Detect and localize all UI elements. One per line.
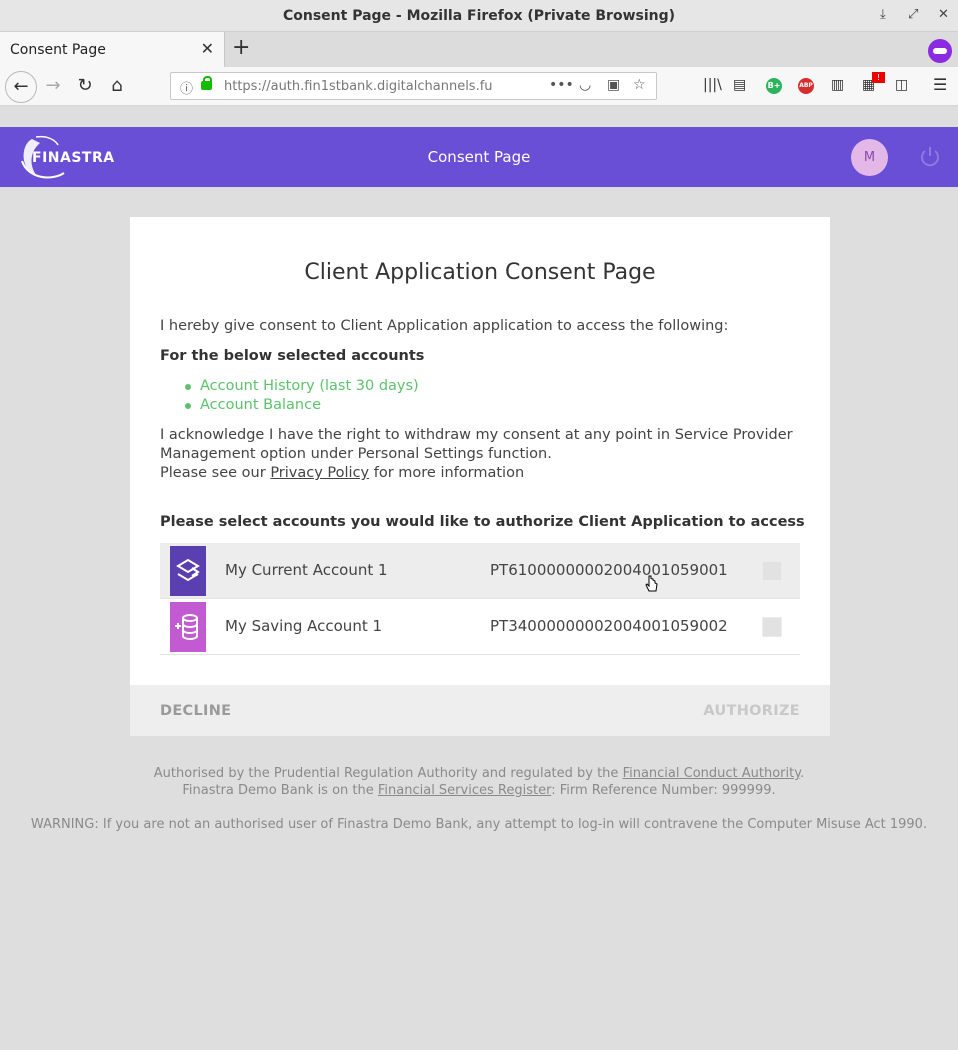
tab-close-icon[interactable]: ✕ [201,39,214,58]
power-icon[interactable] [918,145,942,169]
sidebar-icon[interactable]: ◫ [895,77,908,93]
close-window-icon[interactable]: ✕ [938,7,949,22]
authorize-button[interactable]: AUTHORIZE [703,703,800,719]
legal-warning: WARNING: If you are not an authorised us… [30,817,928,832]
privacy-line: Please see our Privacy Policy for more i… [160,464,800,483]
acknowledgement-text: I acknowledge I have the right to withdr… [160,426,800,483]
back-button[interactable]: ← [5,71,37,103]
account-row-saving[interactable]: My Saving Account 1 PT340000000020040010… [160,599,800,655]
decline-button[interactable]: DECLINE [160,703,231,719]
new-tab-icon[interactable]: + [232,35,250,60]
menu-icon[interactable]: ☰ [933,75,947,94]
permission-list: Account History (last 30 days) Account B… [185,377,419,415]
consent-intro: I hereby give consent to Client Applicat… [160,318,729,334]
reload-button[interactable]: ↻ [72,73,98,99]
account-row-current[interactable]: My Current Account 1 PT61000000002004001… [160,543,800,599]
tab-consent-page[interactable]: Consent Page ✕ [0,32,225,67]
pocket-icon[interactable]: ◡ [579,77,591,93]
url-bar[interactable]: ⓘ https://auth.fin1stbank.digitalchannel… [170,72,657,100]
selected-accounts-heading: For the below selected accounts [160,348,425,364]
page-title: Consent Page [427,148,531,166]
consent-card: Client Application Consent Page I hereby… [130,217,830,736]
legal-prefix: Authorised by the Prudential Regulation … [153,766,623,781]
lock-icon [201,76,212,90]
home-button[interactable]: ⌂ [104,73,130,99]
url-text[interactable]: https://auth.fin1stbank.digitalchannels.… [224,79,514,94]
fca-link[interactable]: Financial Conduct Authority [623,766,801,781]
consent-title: Client Application Consent Page [304,260,656,285]
maximize-icon[interactable]: ⤢ [908,7,918,22]
select-accounts-heading: Please select accounts you would like to… [160,514,805,530]
privacy-prefix: Please see our [160,465,271,481]
app-header: FINASTRA Consent Page M [0,127,958,187]
forward-button[interactable]: → [40,73,66,99]
legal-suffix: : Firm Reference Number: 999999. [551,783,776,798]
account-name: My Current Account 1 [225,561,388,579]
account-checkbox[interactable] [762,617,782,637]
window-title: Consent Page - Mozilla Firefox (Private … [282,8,676,24]
private-browsing-icon [928,39,952,63]
legal-line-2: Finastra Demo Bank is on the Financial S… [0,783,958,798]
current-account-icon [170,546,206,596]
info-icon[interactable]: ⓘ [180,78,193,97]
tab-strip: Consent Page ✕ + [0,32,958,67]
saving-account-icon [170,602,206,652]
minimize-icon[interactable]: ⤓ [880,7,886,22]
card-footer: DECLINE AUTHORIZE [130,685,830,736]
navigation-toolbar: ← → ↻ ⌂ ⓘ https://auth.fin1stbank.digita… [0,67,958,106]
privacy-suffix: for more information [369,465,525,481]
fsr-link[interactable]: Financial Services Register [378,783,551,798]
screenshot-icon[interactable]: ▤ [733,77,746,93]
account-iban: PT34000000002004001059002 [490,617,728,635]
window-titlebar: Consent Page - Mozilla Firefox (Private … [0,0,958,32]
reader-icon[interactable]: ▣ [607,77,620,93]
avatar[interactable]: M [851,139,888,176]
adblock-plus-icon[interactable]: ABP [798,78,814,94]
tab-title: Consent Page [10,42,106,58]
account-iban: PT61000000002004001059001 [490,561,728,579]
legal-suffix: . [800,766,805,781]
legal-line-1: Authorised by the Prudential Regulation … [0,766,958,781]
notification-badge: ! [872,72,885,83]
mouse-cursor-icon [645,575,658,592]
permission-item: Account History (last 30 days) [185,377,419,396]
page-actions-icon[interactable]: ••• [549,77,574,93]
permission-item: Account Balance [185,396,419,415]
notes-icon[interactable]: ▥ [831,77,844,93]
library-icon[interactable]: |||\ [703,77,722,93]
privacy-policy-link[interactable]: Privacy Policy [270,465,369,481]
bookmark-star-icon[interactable]: ☆ [633,77,646,93]
account-checkbox[interactable] [762,561,782,581]
account-name: My Saving Account 1 [225,617,383,635]
legal-prefix: Finastra Demo Bank is on the [182,783,378,798]
acknowledgement-line: I acknowledge I have the right to withdr… [160,427,793,462]
extension-b-icon[interactable]: B+ [766,78,782,94]
